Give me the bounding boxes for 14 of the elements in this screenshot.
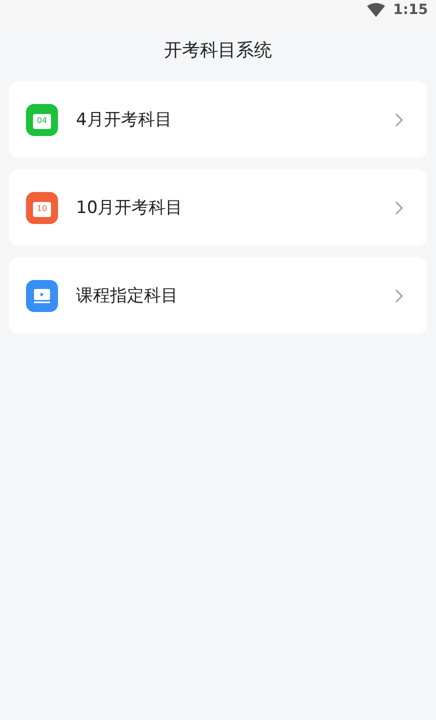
status-time: 1:15 [393, 2, 428, 18]
chevron-right-icon [395, 112, 403, 126]
chevron-right-icon [395, 200, 403, 214]
item-label: 10月开考科目 [76, 197, 184, 219]
menu-item[interactable]: 04 4月开考科目 [9, 81, 427, 158]
menu-item[interactable]: 课程指定科目 [9, 257, 427, 334]
chevron-right-icon [395, 288, 403, 302]
page-title: 开考科目系统 [163, 39, 273, 63]
item-label: 课程指定科目 [76, 285, 179, 307]
menu-item[interactable]: 10 10月开考科目 [9, 169, 427, 246]
item-label: 4月开考科目 [76, 109, 173, 131]
wifi-icon [367, 3, 386, 17]
calendar-icon: 04 [26, 104, 58, 136]
calendar-icon: 10 [26, 192, 58, 224]
